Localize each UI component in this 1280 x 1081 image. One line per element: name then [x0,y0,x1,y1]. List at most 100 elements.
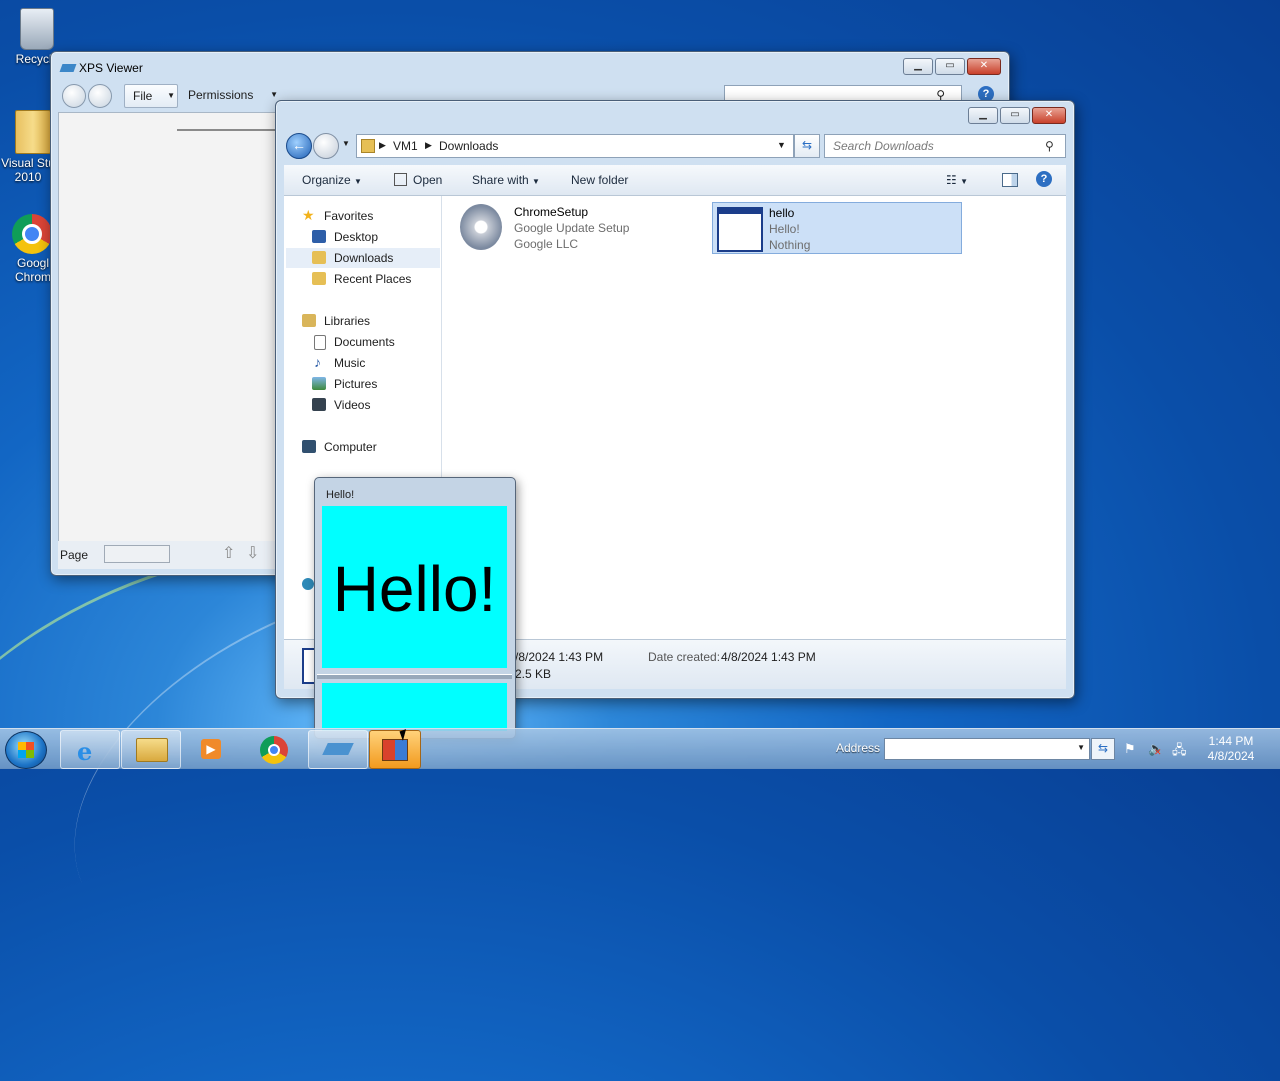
nav-label: Recent Places [334,272,412,286]
xps-app-icon [59,64,77,72]
document-divider [177,129,287,131]
title-bar: ▁ ▭ ✕ [276,101,1074,129]
computer-icon [302,440,316,453]
share-with-button[interactable]: Share with ▼ [472,173,540,187]
network-icon[interactable]: 🖧 [1172,741,1187,763]
nav-documents[interactable]: Documents [312,332,432,352]
application-window-icon [717,207,763,252]
pictures-icon [312,377,326,390]
xps-viewer-icon [322,743,354,755]
file-menu-label: File [133,89,153,103]
address-toolbar-label: Address [836,741,881,755]
help-icon[interactable]: ? [1036,171,1052,187]
taskbar-media-player[interactable]: ▶ [182,730,242,769]
file-list: ChromeSetup Google Update Setup Google L… [442,196,1066,639]
action-center-flag-icon[interactable]: ⚑ [1124,741,1136,757]
maximize-button[interactable]: ▭ [1000,107,1030,124]
file-name: ChromeSetup [514,205,589,219]
refresh-button[interactable]: ⇆ [794,134,820,158]
back-button[interactable]: ← [286,133,312,159]
hello-text: Hello! [332,553,497,625]
taskbar-xps-viewer[interactable] [308,730,368,769]
file-size-value: 2.5 KB [515,667,552,681]
permissions-menu[interactable]: Permissions ▼ [180,84,278,106]
open-button[interactable]: Open [394,173,442,187]
date-created-value: 4/8/2024 1:43 PM [721,650,816,664]
close-button[interactable]: ✕ [967,58,1001,75]
system-clock[interactable]: 1:44 PM 4/8/2024 [1196,734,1266,764]
forward-button[interactable] [313,133,339,159]
page-down-icon[interactable]: ⇩ [246,543,259,563]
minimize-button[interactable]: ▁ [903,58,933,75]
taskbar-windows-explorer[interactable] [121,730,181,769]
file-description: Google Update Setup [514,221,630,235]
folder-icon [15,110,51,154]
organize-label: Organize [302,173,351,187]
nav-computer[interactable]: Computer [302,437,432,457]
volume-muted-icon[interactable]: 🔈 ✕ [1148,741,1164,757]
search-icon: ⚲ [1045,139,1054,153]
taskbar-address-go-button[interactable]: ⇆ [1091,738,1115,760]
nav-desktop[interactable]: Desktop [312,227,432,247]
file-name: hello [769,206,795,220]
nav-label: Pictures [334,377,378,391]
nav-recent-places[interactable]: Recent Places [312,269,432,289]
page-up-icon[interactable]: ⇧ [222,543,235,563]
address-bar[interactable]: ▶ VM1 ▶ Downloads ▼ [356,134,794,158]
hello-app-icon [382,739,408,761]
page-number-input[interactable] [104,545,170,563]
taskbar-hello-app[interactable] [369,730,421,769]
recent-pages-icon[interactable]: ▼ [342,139,350,148]
nav-downloads[interactable]: Downloads [286,248,440,268]
date-modified-value: /8/2024 1:43 PM [515,650,604,664]
taskbar-address-input[interactable]: ▼ [884,738,1090,760]
folder-icon [136,738,168,762]
back-button[interactable] [62,84,86,108]
hello-window-title: Hello! [326,489,355,501]
nav-videos[interactable]: Videos [312,395,432,415]
hello-window-preview[interactable]: Hello! Hello! [314,477,516,739]
file-menu[interactable]: File ▼ [124,84,178,108]
nav-label: Favorites [324,209,374,223]
chevron-down-icon[interactable]: ▼ [1077,743,1085,752]
permissions-menu-label: Permissions [188,88,254,102]
videos-icon [312,398,326,411]
breadcrumb-downloads[interactable]: Downloads [439,139,498,153]
taskbar-chrome[interactable] [245,730,305,769]
file-description: Hello! [769,222,800,236]
star-icon: ★ [302,207,315,223]
forward-button[interactable] [88,84,112,108]
nav-favorites[interactable]: ★ Favorites [302,206,432,226]
nav-music[interactable]: ♪ Music [312,353,432,373]
nav-pictures[interactable]: Pictures [312,374,432,394]
breadcrumb-vm1[interactable]: VM1 [393,139,418,153]
new-folder-button[interactable]: New folder [571,173,628,187]
search-input[interactable]: Search Downloads ⚲ [824,134,1066,158]
preview-pane-icon[interactable] [1002,173,1018,187]
file-item-chromesetup[interactable]: ChromeSetup Google Update Setup Google L… [456,202,696,254]
open-label: Open [413,173,443,187]
chrome-icon-center [268,744,280,756]
desktop-icon-label: Visual Stu 2010 [1,156,55,184]
nav-label: Computer [324,440,377,454]
network-icon[interactable] [302,578,314,590]
maximize-button[interactable]: ▭ [935,58,965,75]
chevron-down-icon[interactable]: ▼ [777,140,786,150]
file-item-hello[interactable]: hello Hello! Nothing [712,202,962,254]
nav-label: Music [334,356,366,370]
documents-icon [314,335,326,350]
organize-button[interactable]: Organize ▼ [302,173,362,187]
music-icon: ♪ [314,354,321,370]
minimize-button[interactable]: ▁ [968,107,998,124]
open-icon [394,173,407,186]
start-button[interactable] [5,731,47,769]
taskbar-internet-explorer[interactable]: e [60,730,120,769]
change-view-icon[interactable]: ☷ ▼ [946,173,968,187]
desktop-icon [312,230,326,243]
dropdown-arrow-icon: ▼ [354,177,362,186]
media-player-icon: ▶ [201,739,221,759]
chrome-icon [12,214,52,254]
hello-canvas: Hello! [322,506,507,668]
close-button[interactable]: ✕ [1032,107,1066,124]
nav-libraries[interactable]: Libraries [302,311,432,331]
